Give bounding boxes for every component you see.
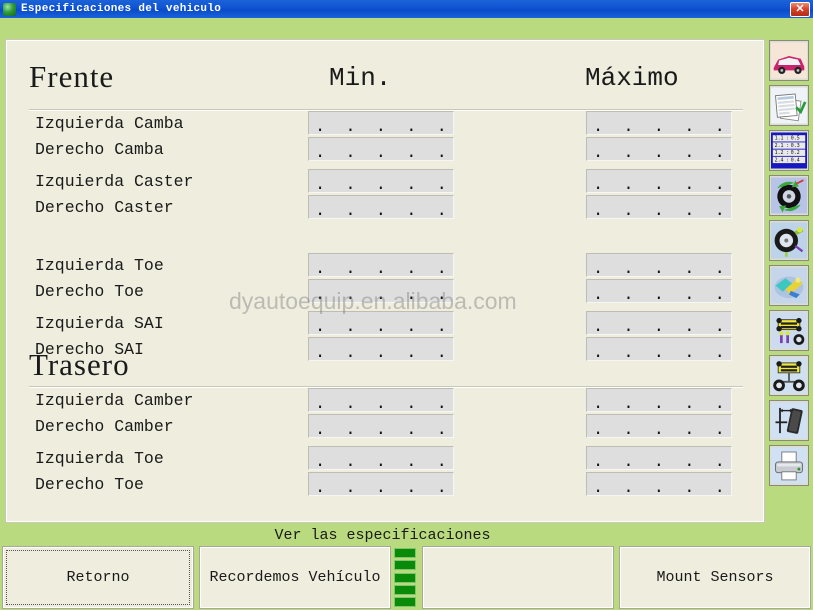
tire-gauge-icon[interactable] — [769, 400, 809, 441]
field-min-front-4[interactable]: . . . . . — [308, 253, 454, 277]
progress-segment-indicator — [394, 547, 416, 608]
title-bar: Especificaciones del vehiculo ✕ — [0, 0, 813, 18]
window-title: Especificaciones del vehiculo — [21, 3, 222, 15]
column-header-max: Máximo — [585, 63, 679, 93]
column-headers: Frente Min. Máximo — [7, 59, 763, 111]
field-min-front-5[interactable]: . . . . . — [308, 279, 454, 303]
field-max-front-6[interactable]: . . . . . — [586, 311, 732, 335]
view-specifications-label: Ver las especificaciones — [274, 526, 491, 544]
specifications-panel: Frente Min. Máximo Izquierda Camba . . .… — [6, 40, 764, 522]
field-max-rear-3[interactable]: . . . . . — [586, 472, 732, 496]
field-max-front-4[interactable]: . . . . . — [586, 253, 732, 277]
row-label-front-2: Izquierda Caster — [35, 172, 194, 191]
field-min-rear-1[interactable]: . . . . . — [308, 414, 454, 438]
row-label-front-4: Izquierda Toe — [35, 256, 164, 275]
blank-button[interactable] — [423, 547, 613, 608]
svg-text::: : — [786, 143, 789, 149]
svg-text:1.2: 1.2 — [775, 150, 784, 156]
field-min-front-1[interactable]: . . . . . — [308, 137, 454, 161]
field-max-rear-1[interactable]: . . . . . — [586, 414, 732, 438]
steering-part-icon[interactable] — [769, 265, 809, 306]
retorno-button[interactable]: Retorno — [3, 547, 193, 608]
svg-text:0.3: 0.3 — [791, 143, 800, 149]
svg-text:2.1: 2.1 — [775, 143, 784, 149]
svg-text:0.5: 0.5 — [791, 136, 800, 142]
svg-text::: : — [786, 136, 789, 142]
wheel-runout-icon[interactable] — [769, 175, 809, 216]
vehicle-selection-icon[interactable] — [769, 40, 809, 81]
section-title-rear: Trasero — [29, 347, 130, 382]
row-label-front-6: Izquierda SAI — [35, 314, 164, 333]
segment — [394, 597, 416, 607]
close-icon[interactable]: ✕ — [790, 2, 810, 17]
field-min-front-6[interactable]: . . . . . — [308, 311, 454, 335]
field-max-front-7[interactable]: . . . . . — [586, 337, 732, 361]
row-label-rear-3: Derecho Toe — [35, 475, 144, 494]
chassis-rear-icon[interactable] — [769, 355, 809, 396]
row-label-front-0: Izquierda Camba — [35, 114, 184, 133]
field-max-front-1[interactable]: . . . . . — [586, 137, 732, 161]
row-label-front-3: Derecho Caster — [35, 198, 174, 217]
field-max-front-3[interactable]: . . . . . — [586, 195, 732, 219]
field-max-front-2[interactable]: . . . . . — [586, 169, 732, 193]
segment — [394, 572, 416, 583]
field-min-rear-2[interactable]: . . . . . — [308, 446, 454, 470]
mount-sensors-button[interactable]: Mount Sensors — [620, 547, 810, 608]
wheel-sensor-icon[interactable] — [769, 220, 809, 261]
field-max-rear-2[interactable]: . . . . . — [586, 446, 732, 470]
column-header-min: Min. — [329, 63, 392, 93]
svg-text:1.1: 1.1 — [775, 136, 784, 142]
svg-text:0.2: 0.2 — [791, 150, 800, 156]
field-max-front-0[interactable]: . . . . . — [586, 111, 732, 135]
row-label-rear-0: Izquierda Camber — [35, 391, 194, 410]
application-window: Especificaciones del vehiculo ✕ Frente M… — [0, 0, 813, 610]
field-min-front-7[interactable]: . . . . . — [308, 337, 454, 361]
field-min-rear-0[interactable]: . . . . . — [308, 388, 454, 412]
field-min-rear-3[interactable]: . . . . . — [308, 472, 454, 496]
printer-icon[interactable] — [769, 445, 809, 486]
measurement-table-icon[interactable]: 1.1 0.5 2.1 0.3 1.2 0.2 2.4 0.4 :: :: — [769, 130, 809, 171]
segment — [394, 584, 416, 595]
svg-text:0.4: 0.4 — [791, 157, 800, 163]
svg-text:2.4: 2.4 — [775, 157, 784, 163]
row-label-front-5: Derecho Toe — [35, 282, 144, 301]
row-label-front-1: Derecho Camba — [35, 140, 164, 159]
segment — [394, 548, 416, 558]
row-label-rear-2: Izquierda Toe — [35, 449, 164, 468]
recordar-vehiculo-button[interactable]: Recordemos Vehículo — [200, 547, 390, 608]
svg-text::: : — [786, 150, 789, 156]
right-toolbar: 1.1 0.5 2.1 0.3 1.2 0.2 2.4 0.4 :: :: — [769, 40, 809, 486]
row-label-rear-1: Derecho Camber — [35, 417, 174, 436]
field-min-front-0[interactable]: . . . . . — [308, 111, 454, 135]
segment — [394, 560, 416, 571]
svg-text::: : — [786, 157, 789, 163]
field-min-front-3[interactable]: . . . . . — [308, 195, 454, 219]
field-max-rear-0[interactable]: . . . . . — [586, 388, 732, 412]
field-min-front-2[interactable]: . . . . . — [308, 169, 454, 193]
section-title-front: Frente — [29, 59, 115, 94]
chassis-front-icon[interactable] — [769, 310, 809, 351]
spec-sheets-icon[interactable] — [769, 85, 809, 126]
field-max-front-5[interactable]: . . . . . — [586, 279, 732, 303]
globe-icon — [3, 2, 16, 16]
